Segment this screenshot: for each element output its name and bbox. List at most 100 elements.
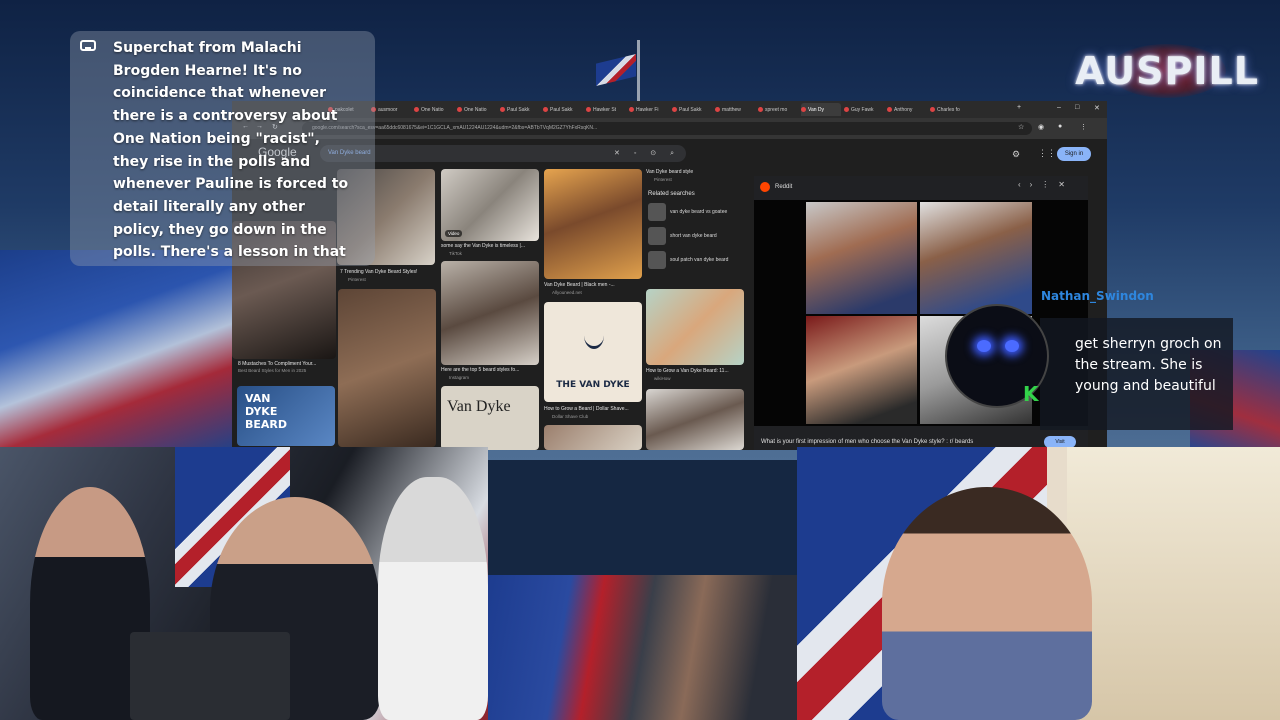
result-image[interactable] — [544, 169, 642, 279]
host-person-3-masked — [378, 477, 488, 720]
portrait-1 — [806, 202, 917, 314]
result-source: Allyouneed.net — [552, 290, 582, 295]
new-tab-button[interactable]: + — [1017, 104, 1021, 111]
menu-icon[interactable]: ⋮ — [1080, 123, 1087, 131]
result-caption[interactable]: How to Grow a Van Dyke Beard: 11... — [646, 368, 744, 374]
tab-13[interactable]: Anthony — [887, 103, 927, 116]
sign-in-button[interactable]: Sign in — [1057, 147, 1091, 161]
preview-nav-icons[interactable]: ‹›⋮✕ — [1018, 180, 1074, 189]
superchat-box: Superchat from Malachi Brogden Hearne! I… — [70, 31, 375, 266]
chat-message-text: get sherryn groch on the stream. She is … — [1075, 336, 1222, 394]
result-image[interactable]: THE VAN DYKE — [544, 302, 642, 402]
result-caption[interactable]: How to Grow a Beard | Dollar Shave... — [544, 406, 642, 412]
channel-logo: AUSPILL — [1075, 44, 1258, 98]
result-image[interactable] — [441, 261, 539, 365]
tab-7[interactable]: Hawker Fi — [629, 103, 669, 116]
tab-favicon — [543, 107, 548, 112]
tab-favicon — [801, 107, 806, 112]
avatar-eye-left — [977, 340, 991, 352]
thumb-text: THE VAN DYKE — [556, 380, 630, 390]
search-tools-icons[interactable]: ✕ ◦ ⊙ ⌕ — [614, 145, 680, 162]
room-wall — [1067, 447, 1280, 720]
result-image[interactable] — [646, 389, 744, 450]
tab-favicon — [586, 107, 591, 112]
result-image[interactable]: Video — [441, 169, 539, 241]
result-source: TikTok — [449, 251, 462, 256]
result-image[interactable] — [544, 425, 642, 450]
result-image[interactable] — [338, 289, 436, 447]
preview-question[interactable]: What is your first impression of men who… — [761, 439, 973, 445]
related-thumb — [648, 251, 666, 269]
related-searches-title: Related searches — [648, 191, 695, 197]
portrait-3 — [806, 316, 917, 424]
laptop — [130, 632, 290, 720]
preview-source[interactable]: Reddit — [760, 182, 792, 192]
webcam-panel-right — [797, 447, 1280, 720]
maximize-button[interactable]: □ — [1075, 104, 1079, 111]
avatar-eye-right — [1005, 340, 1019, 352]
background-flags-left — [0, 250, 240, 450]
tab-10[interactable]: spreet mo — [758, 103, 798, 116]
related-thumb — [648, 227, 666, 245]
kick-badge-icon: K — [1023, 382, 1039, 406]
url-field[interactable]: google.com/search?sca_esv=aa65ddc6081675… — [302, 122, 1032, 135]
result-source: Dollar Shave Club — [552, 414, 589, 419]
tab-favicon — [930, 107, 935, 112]
webcam-panel-left — [0, 447, 488, 720]
chat-username: Nathan_Swindon — [1041, 289, 1154, 303]
tab-3[interactable]: One Natio — [457, 103, 497, 116]
tab-12[interactable]: Guy Fawk — [844, 103, 884, 116]
result-caption[interactable]: Van Dyke beard style — [646, 169, 746, 175]
tab-favicon — [500, 107, 505, 112]
result-source: Pinterest — [654, 177, 672, 182]
related-search-item[interactable]: soul patch van dyke beard — [648, 251, 748, 269]
extension-icon[interactable]: ◉ — [1038, 123, 1044, 131]
portrait-2 — [920, 202, 1032, 314]
profile-icon[interactable]: ● — [1058, 123, 1062, 130]
tab-favicon — [457, 107, 462, 112]
reddit-icon — [760, 182, 770, 192]
tab-9[interactable]: matthew — [715, 103, 755, 116]
tab-favicon — [844, 107, 849, 112]
settings-gear-icon[interactable]: ⚙ — [1012, 149, 1020, 160]
crowd-flags-scene — [488, 575, 798, 720]
result-source: Pinterest — [348, 277, 366, 282]
result-caption[interactable]: Here are the top 5 beard styles fo... — [441, 367, 539, 373]
host-person-headphones — [882, 487, 1092, 720]
result-caption[interactable]: 7 Trending Van Dyke Beard Styles! — [340, 269, 436, 275]
tab-14[interactable]: Charles fo — [930, 103, 970, 116]
related-search-item[interactable]: short van dyke beard — [648, 227, 748, 245]
result-source: wikiHow — [654, 376, 671, 381]
result-caption[interactable]: Van Dyke Beard | Black men -... — [544, 282, 642, 288]
apps-grid-icon[interactable]: ⋮⋮ — [1038, 148, 1056, 159]
result-caption[interactable]: 8 Mustaches To Compliment Your... — [238, 361, 336, 367]
beard-outline-icon — [584, 322, 604, 349]
related-searches: Related searches van dyke beard vs goate… — [648, 191, 748, 269]
result-caption[interactable]: some say the Van Dyke is timeless |... — [441, 243, 539, 249]
tab-4[interactable]: Paul Sakk — [500, 103, 540, 116]
result-source: Best Beard Styles for Men in 2025 — [238, 368, 307, 373]
tab-8[interactable]: Paul Sakk — [672, 103, 712, 116]
crowd-video-panel — [488, 575, 798, 720]
result-image[interactable] — [646, 289, 744, 365]
result-image[interactable]: Van Dyke — [441, 386, 539, 450]
tab-5[interactable]: Paul Sakk — [543, 103, 583, 116]
superchat-text: Superchat from Malachi Brogden Hearne! I… — [113, 40, 349, 261]
close-window-button[interactable]: ✕ — [1094, 104, 1100, 112]
tab-11-active[interactable]: Van Dy — [801, 103, 841, 116]
related-search-item[interactable]: van dyke beard vs goatee — [648, 203, 748, 221]
result-source: Instagram — [449, 375, 470, 380]
thumb-text: Van Dyke — [447, 398, 511, 415]
thumb-text: VAN DYKE BEARD — [245, 392, 288, 431]
tab-2[interactable]: One Natio — [414, 103, 454, 116]
related-thumb — [648, 203, 666, 221]
tab-1[interactable]: ausmoor — [371, 103, 411, 116]
tab-favicon — [629, 107, 634, 112]
minimize-button[interactable]: – — [1057, 104, 1061, 111]
tab-favicon — [672, 107, 677, 112]
bookmark-star-icon[interactable]: ☆ — [1018, 123, 1024, 131]
tab-favicon — [887, 107, 892, 112]
flag-pole — [637, 40, 640, 102]
tab-6[interactable]: Hawker St — [586, 103, 626, 116]
result-image[interactable]: VAN DYKE BEARD — [237, 386, 335, 446]
